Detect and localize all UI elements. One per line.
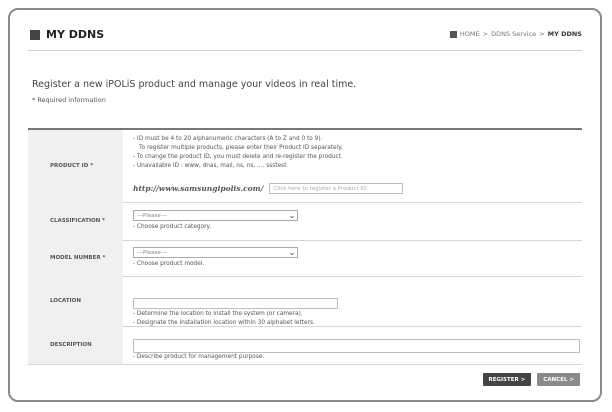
label-classification: CLASSIFICATION * <box>28 202 123 240</box>
description-hint: - Describe product for management purpos… <box>133 354 265 360</box>
product-id-notes: - ID must be 4 to 20 alphanumeric charac… <box>133 135 343 171</box>
product-id-url-row: http://www.samsungipolis.com/ Click here… <box>133 183 404 194</box>
form-row-description: DESCRIPTION - Describe product for manag… <box>28 326 582 365</box>
register-button[interactable]: REGISTER > <box>482 373 532 386</box>
home-icon[interactable] <box>449 30 457 38</box>
product-id-note: - ID must be 4 to 20 alphanumeric charac… <box>133 136 323 142</box>
product-id-note: - To change the product ID, you must del… <box>133 154 343 160</box>
page-title-wrap: MY DDNS <box>30 28 104 41</box>
model-number-hint: - Choose product model. <box>133 261 205 267</box>
breadcrumb-current: MY DDNS <box>547 30 582 38</box>
label-location: LOCATION <box>28 276 123 326</box>
label-model-number: MODEL NUMBER * <box>28 240 123 276</box>
label-description: DESCRIPTION <box>28 326 123 364</box>
product-id-value: - ID must be 4 to 20 alphanumeric charac… <box>133 130 582 202</box>
location-value: - Determine the location to install the … <box>133 276 582 326</box>
title-square-icon <box>30 29 40 40</box>
product-id-input[interactable]: Click here to register a Product ID. <box>269 183 404 194</box>
product-id-note: - Unavailable ID : www, dnas, mail, ns, … <box>133 163 287 169</box>
form-row-model-number: MODEL NUMBER * ---Please--- ⌄ - Choose p… <box>28 240 582 277</box>
product-id-url-prefix: http://www.samsungipolis.com/ <box>133 184 264 193</box>
form-row-classification: CLASSIFICATION * ---Please--- ⌄ - Choose… <box>28 202 582 241</box>
chevron-down-icon: ⌄ <box>288 248 296 257</box>
form-row-product-id: PRODUCT ID * - ID must be 4 to 20 alphan… <box>28 130 582 203</box>
model-number-select[interactable]: ---Please--- ⌄ <box>133 247 298 258</box>
intro-text: Register a new iPOLiS product and manage… <box>32 79 357 90</box>
breadcrumb-sep: > <box>482 30 489 38</box>
classification-select[interactable]: ---Please--- ⌄ <box>133 210 298 221</box>
form-row-location: LOCATION - Determine the location to ins… <box>28 276 582 327</box>
page-title: MY DDNS <box>46 28 105 41</box>
location-hint: - Determine the location to install the … <box>133 311 303 317</box>
description-value: - Describe product for management purpos… <box>133 326 582 364</box>
breadcrumb-sep: > <box>539 30 545 38</box>
classification-selected: ---Please--- <box>137 212 167 219</box>
product-id-note: To register multiple products, please en… <box>139 145 343 151</box>
description-input[interactable] <box>133 339 580 353</box>
cancel-button[interactable]: CANCEL > <box>537 373 580 386</box>
breadcrumb-home[interactable]: HOME <box>460 30 480 38</box>
label-product-id: PRODUCT ID * <box>28 130 123 202</box>
page-frame: MY DDNS HOME > DDNS Service > MY DDNS Re… <box>8 8 602 402</box>
model-number-selected: ---Please--- <box>137 249 167 256</box>
form-actions: REGISTER > CANCEL > <box>482 373 580 386</box>
chevron-down-icon: ⌄ <box>288 211 296 220</box>
model-number-value: ---Please--- ⌄ - Choose product model. <box>133 240 582 276</box>
classification-value: ---Please--- ⌄ - Choose product category… <box>133 202 582 240</box>
breadcrumb: HOME > DDNS Service > MY DDNS <box>449 30 582 38</box>
location-input[interactable] <box>133 298 338 309</box>
header-divider <box>28 50 582 51</box>
breadcrumb-ddns-service[interactable]: DDNS Service <box>491 30 536 38</box>
classification-hint: - Choose product category. <box>133 224 211 230</box>
page-header: MY DDNS HOME > DDNS Service > MY DDNS <box>30 28 582 48</box>
required-note: * Required information <box>32 96 106 104</box>
